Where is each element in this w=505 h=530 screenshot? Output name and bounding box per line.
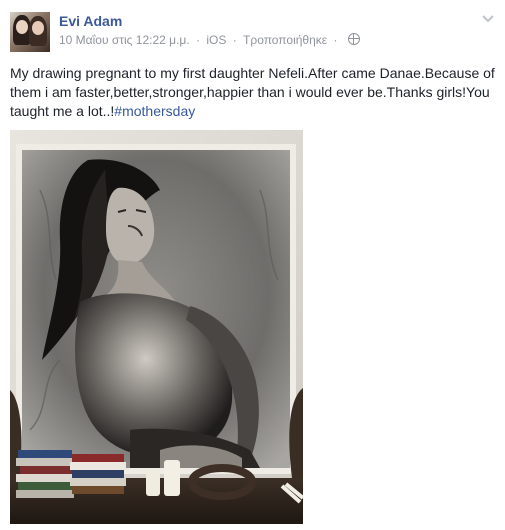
post-message-text: My drawing pregnant to my first daughter…: [10, 65, 495, 119]
avatar-face-left: [16, 20, 28, 34]
post-platform: iOS: [206, 33, 227, 47]
post-card: Evi Adam 10 Μαΐου στις 12:22 μ.μ. · iOS …: [0, 0, 505, 530]
globe-icon[interactable]: [347, 33, 360, 45]
meta-separator: ·: [232, 33, 237, 47]
post-meta: 10 Μαΐου στις 12:22 μ.μ. · iOS · Τροποπο…: [59, 33, 360, 47]
post-edited-link[interactable]: Τροποποιήθηκε: [243, 33, 327, 47]
post-message: My drawing pregnant to my first daughter…: [10, 64, 500, 121]
hashtag-link[interactable]: #mothersday: [114, 103, 195, 119]
author-avatar[interactable]: [10, 12, 50, 52]
meta-separator: ·: [195, 33, 200, 47]
chevron-down-icon[interactable]: [481, 12, 495, 26]
charcoal-drawing-image: [10, 130, 303, 524]
post-timestamp-link[interactable]: 10 Μαΐου στις 12:22 μ.μ.: [59, 33, 190, 47]
author-name-link[interactable]: Evi Adam: [59, 13, 122, 29]
post-photo[interactable]: [10, 130, 303, 524]
avatar-face-right: [32, 21, 44, 35]
meta-separator: ·: [333, 33, 338, 47]
